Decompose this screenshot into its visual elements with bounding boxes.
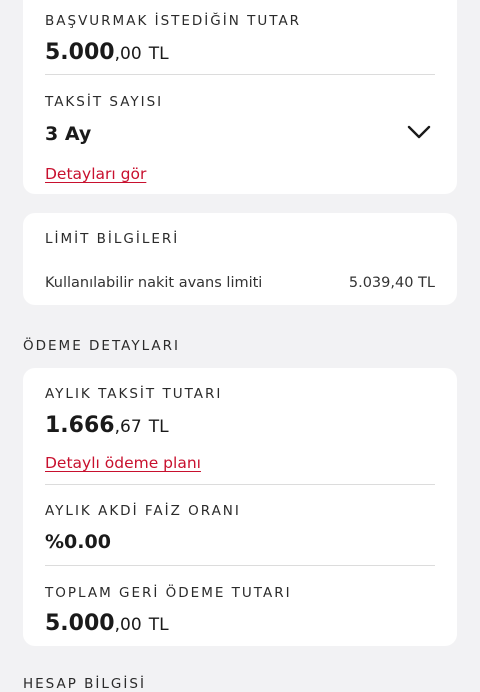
amount-currency: TL xyxy=(148,44,169,64)
divider xyxy=(45,484,435,485)
amount-value: 5.000,00 TL xyxy=(45,40,169,65)
installment-select[interactable]: 3 Ay xyxy=(45,120,435,150)
details-link[interactable]: Detayları gör xyxy=(45,165,146,183)
payment-section-title: ÖDEME DETAYLARI xyxy=(23,338,181,354)
monthly-installment-label: AYLIK TAKSİT TUTARI xyxy=(45,386,223,402)
monthly-integer: 1.666 xyxy=(45,413,115,438)
payment-plan-link[interactable]: Detaylı ödeme planı xyxy=(45,454,201,472)
limit-title: LİMİT BİLGİLERİ xyxy=(45,231,180,247)
monthly-currency: TL xyxy=(148,417,169,437)
monthly-installment-value: 1.666,67 TL xyxy=(45,413,169,438)
total-currency: TL xyxy=(148,615,169,635)
application-card: BAŞVURMAK İSTEDİĞİN TUTAR 5.000,00 TL TA… xyxy=(23,0,457,194)
interest-rate-value: %0.00 xyxy=(45,531,111,553)
monthly-decimal: ,67 xyxy=(114,417,142,437)
limit-card: LİMİT BİLGİLERİ Kullanılabilir nakit ava… xyxy=(23,213,457,305)
total-repayment-value: 5.000,00 TL xyxy=(45,611,169,636)
payment-card: AYLIK TAKSİT TUTARI 1.666,67 TL Detaylı … xyxy=(23,368,457,646)
amount-integer: 5.000 xyxy=(45,40,115,65)
chevron-down-icon xyxy=(407,124,431,144)
total-decimal: ,00 xyxy=(114,615,142,635)
limit-row-label: Kullanılabilir nakit avans limiti xyxy=(45,275,263,291)
amount-label: BAŞVURMAK İSTEDİĞİN TUTAR xyxy=(45,13,302,29)
divider xyxy=(45,74,435,75)
installment-value: 3 Ay xyxy=(45,123,92,145)
total-integer: 5.000 xyxy=(45,611,115,636)
interest-rate-label: AYLIK AKDİ FAİZ ORANI xyxy=(45,503,241,519)
divider xyxy=(45,565,435,566)
total-repayment-label: TOPLAM GERİ ÖDEME TUTARI xyxy=(45,585,292,601)
limit-row-value: 5.039,40 TL xyxy=(348,275,435,291)
amount-decimal: ,00 xyxy=(114,44,142,64)
account-section-title: HESAP BİLGİSİ xyxy=(23,676,146,692)
installment-label: TAKSİT SAYISI xyxy=(45,94,164,110)
